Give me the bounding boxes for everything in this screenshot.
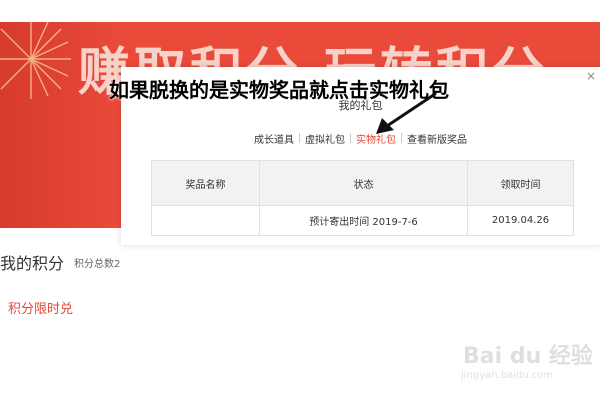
tab-virtual-gifts[interactable]: 虚拟礼包 — [302, 131, 348, 146]
tab-growth-items[interactable]: 成长道具 — [251, 131, 297, 146]
cell-claim-time: 2019.04.26 — [467, 205, 574, 236]
gift-table: 奖品名称 状态 领取时间 预计寄出时间 2019-7-6 2019.04.26 — [151, 160, 574, 236]
pointer-arrow-icon — [376, 92, 437, 134]
table-header-row: 奖品名称 状态 领取时间 — [151, 160, 574, 206]
tab-divider — [350, 133, 351, 143]
cell-prize-name — [151, 205, 260, 236]
column-header-status: 状态 — [259, 160, 468, 206]
my-points-title: 我的积分 — [0, 254, 65, 273]
column-header-prize-name: 奖品名称 — [151, 160, 260, 206]
column-header-claim-time: 领取时间 — [467, 160, 574, 206]
cell-status: 预计寄出时间 2019-7-6 — [259, 205, 468, 236]
limited-exchange-link[interactable]: 积分限时兑 — [8, 298, 73, 317]
tab-divider — [299, 133, 300, 143]
close-icon[interactable]: × — [586, 69, 596, 83]
baidu-jingyan-watermark: Bai du 经验 jingyan.baidu.com — [455, 330, 595, 390]
points-total-label: 积分总数2 — [74, 259, 121, 270]
my-points-header: 我的积分 积分总数2 — [0, 242, 120, 282]
table-row: 预计寄出时间 2019-7-6 2019.04.26 — [151, 205, 574, 236]
watermark-brand: Bai du 经验 — [463, 344, 593, 369]
fireworks-icon — [0, 22, 71, 99]
watermark-url: jingyan.baidu.com — [461, 370, 554, 381]
